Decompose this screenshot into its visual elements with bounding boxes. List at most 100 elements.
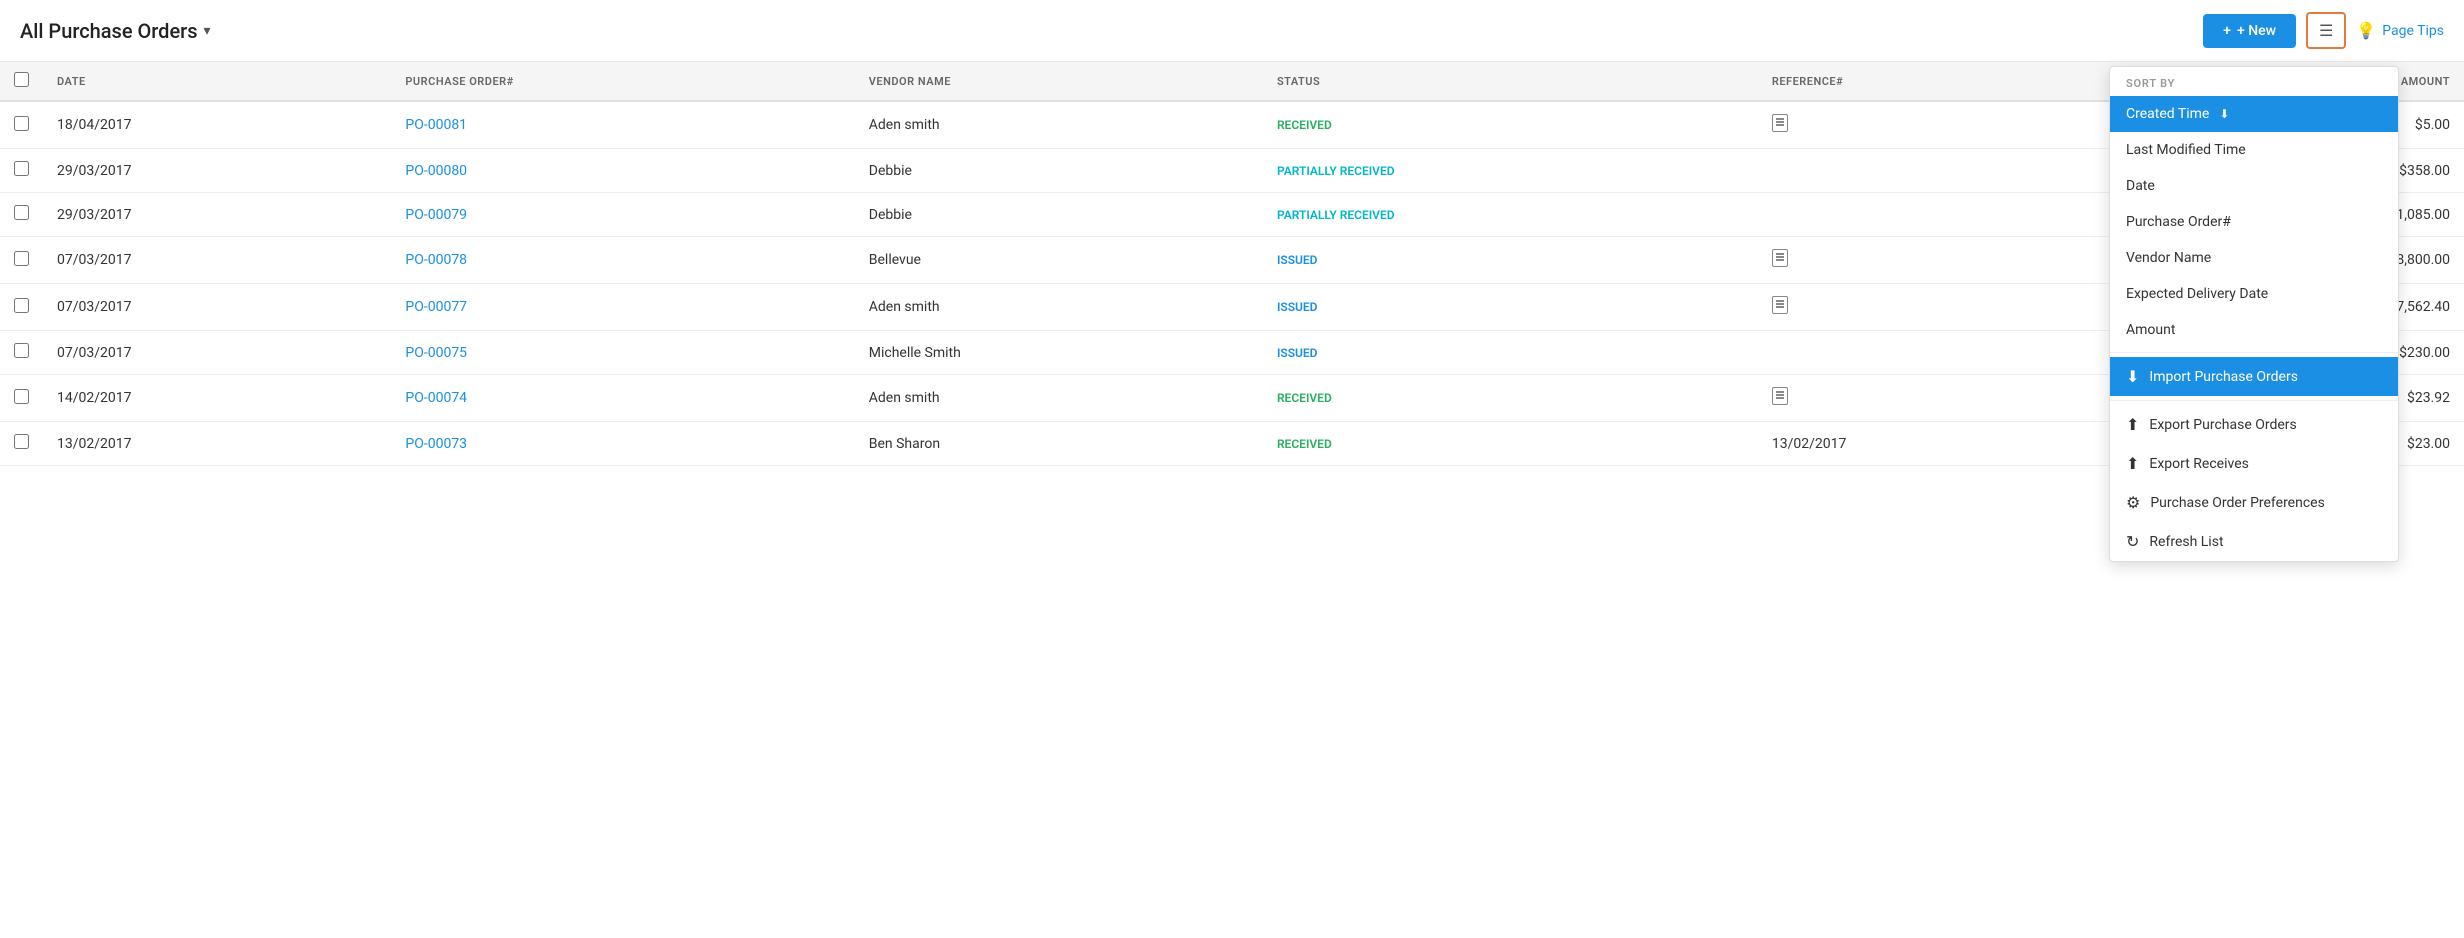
reference-icon[interactable] <box>1772 296 1788 314</box>
sort-purchase-order-label: Purchase Order# <box>2126 214 2231 230</box>
po-link[interactable]: PO-00079 <box>405 207 467 223</box>
po-cell[interactable]: PO-00078 <box>391 237 854 284</box>
po-link[interactable]: PO-00078 <box>405 252 467 268</box>
status-cell: RECEIVED <box>1263 422 1758 466</box>
po-cell[interactable]: PO-00081 <box>391 101 854 149</box>
row-checkbox-cell[interactable] <box>0 375 43 422</box>
row-checkbox-cell[interactable] <box>0 331 43 375</box>
row-checkbox-cell[interactable] <box>0 422 43 466</box>
title-dropdown-arrow[interactable]: ▾ <box>204 23 211 39</box>
purchase-order-preferences-item[interactable]: ⚙ Purchase Order Preferences <box>2110 483 2398 522</box>
row-checkbox[interactable] <box>14 205 29 220</box>
sort-amount[interactable]: Amount <box>2110 312 2398 348</box>
import-purchase-orders-item[interactable]: ⬇ Import Purchase Orders <box>2110 357 2398 396</box>
po-link[interactable]: PO-00081 <box>405 117 467 133</box>
po-link[interactable]: PO-00080 <box>405 163 467 179</box>
date-cell: 18/04/2017 <box>43 101 391 149</box>
row-checkbox-cell[interactable] <box>0 193 43 237</box>
po-cell[interactable]: PO-00080 <box>391 149 854 193</box>
header-left: All Purchase Orders ▾ <box>20 19 211 43</box>
po-cell[interactable]: PO-00074 <box>391 375 854 422</box>
sort-last-modified-time-label: Last Modified Time <box>2126 142 2246 158</box>
sort-purchase-order[interactable]: Purchase Order# <box>2110 204 2398 240</box>
date-cell: 29/03/2017 <box>43 193 391 237</box>
date-column-header: DATE <box>43 62 391 101</box>
export-receives-icon: ⬆ <box>2126 454 2139 473</box>
row-checkbox-cell[interactable] <box>0 101 43 149</box>
reference-icon[interactable] <box>1772 249 1788 267</box>
table-row: 13/02/2017 PO-00073 Ben Sharon RECEIVED … <box>0 422 2464 466</box>
status-cell: ISSUED <box>1263 237 1758 284</box>
reference-cell <box>1758 101 2106 149</box>
export-receives-label: Export Receives <box>2149 456 2248 472</box>
page-title: All Purchase Orders <box>20 19 198 43</box>
date-cell: 07/03/2017 <box>43 237 391 284</box>
hamburger-icon: ☰ <box>2319 21 2333 40</box>
row-checkbox-cell[interactable] <box>0 237 43 284</box>
refresh-list-item[interactable]: ↻ Refresh List <box>2110 522 2398 561</box>
vendor-cell: Ben Sharon <box>855 422 1263 466</box>
row-checkbox[interactable] <box>14 343 29 358</box>
new-button[interactable]: + + New <box>2203 14 2296 48</box>
status-cell: PARTIALLY RECEIVED <box>1263 193 1758 237</box>
status-column-header: STATUS <box>1263 62 1758 101</box>
vendor-cell: Debbie <box>855 149 1263 193</box>
table-row: 07/03/2017 PO-00077 Aden smith ISSUED $2… <box>0 284 2464 331</box>
po-link[interactable]: PO-00077 <box>405 299 467 315</box>
sort-vendor-name[interactable]: Vendor Name <box>2110 240 2398 276</box>
export-receives-item[interactable]: ⬆ Export Receives <box>2110 444 2398 483</box>
vendor-cell: Aden smith <box>855 101 1263 149</box>
import-icon: ⬇ <box>2126 367 2139 386</box>
reference-icon[interactable] <box>1772 114 1788 132</box>
sort-expected-delivery-date[interactable]: Expected Delivery Date <box>2110 276 2398 312</box>
date-cell: 07/03/2017 <box>43 284 391 331</box>
row-checkbox[interactable] <box>14 251 29 266</box>
po-cell[interactable]: PO-00077 <box>391 284 854 331</box>
vendor-column-header: VENDOR NAME <box>855 62 1263 101</box>
export-purchase-orders-item[interactable]: ⬆ Export Purchase Orders <box>2110 405 2398 444</box>
reference-cell <box>1758 375 2106 422</box>
gear-icon: ⚙ <box>2126 493 2140 512</box>
table-row: 18/04/2017 PO-00081 Aden smith RECEIVED … <box>0 101 2464 149</box>
vendor-cell: Michelle Smith <box>855 331 1263 375</box>
row-checkbox[interactable] <box>14 298 29 313</box>
po-cell[interactable]: PO-00075 <box>391 331 854 375</box>
row-checkbox[interactable] <box>14 389 29 404</box>
status-cell: ISSUED <box>1263 284 1758 331</box>
row-checkbox-cell[interactable] <box>0 149 43 193</box>
reference-cell: 13/02/2017 <box>1758 422 2106 466</box>
date-cell: 07/03/2017 <box>43 331 391 375</box>
po-link[interactable]: PO-00074 <box>405 390 467 406</box>
sort-last-modified-time[interactable]: Last Modified Time <box>2110 132 2398 168</box>
sort-arrow-icon: ⬇ <box>2219 107 2229 121</box>
sort-created-time[interactable]: Created Time ⬇ <box>2110 96 2398 132</box>
select-all-checkbox[interactable] <box>14 72 29 87</box>
status-badge: RECEIVED <box>1277 437 1332 451</box>
row-checkbox-cell[interactable] <box>0 284 43 331</box>
refresh-icon: ↻ <box>2126 532 2139 551</box>
reference-cell <box>1758 284 2106 331</box>
sort-expected-delivery-date-label: Expected Delivery Date <box>2126 286 2268 302</box>
reference-cell <box>1758 237 2106 284</box>
po-cell[interactable]: PO-00079 <box>391 193 854 237</box>
import-purchase-orders-label: Import Purchase Orders <box>2149 369 2298 385</box>
export-purchase-orders-label: Export Purchase Orders <box>2149 417 2296 433</box>
select-all-column[interactable] <box>0 62 43 101</box>
menu-divider-2 <box>2110 400 2398 401</box>
reference-icon[interactable] <box>1772 387 1788 405</box>
table-header-row: DATE PURCHASE ORDER# VENDOR NAME STATUS … <box>0 62 2464 101</box>
sort-date[interactable]: Date <box>2110 168 2398 204</box>
menu-button[interactable]: ☰ <box>2306 12 2346 49</box>
po-column-header: PURCHASE ORDER# <box>391 62 854 101</box>
po-link[interactable]: PO-00075 <box>405 345 467 361</box>
page-tips-button[interactable]: 💡 Page Tips <box>2356 21 2444 40</box>
lightbulb-icon: 💡 <box>2356 21 2376 40</box>
row-checkbox[interactable] <box>14 434 29 449</box>
refresh-list-label: Refresh List <box>2149 534 2223 550</box>
status-cell: RECEIVED <box>1263 101 1758 149</box>
po-cell[interactable]: PO-00073 <box>391 422 854 466</box>
menu-divider-1 <box>2110 352 2398 353</box>
po-link[interactable]: PO-00073 <box>405 436 467 452</box>
row-checkbox[interactable] <box>14 116 29 131</box>
row-checkbox[interactable] <box>14 161 29 176</box>
